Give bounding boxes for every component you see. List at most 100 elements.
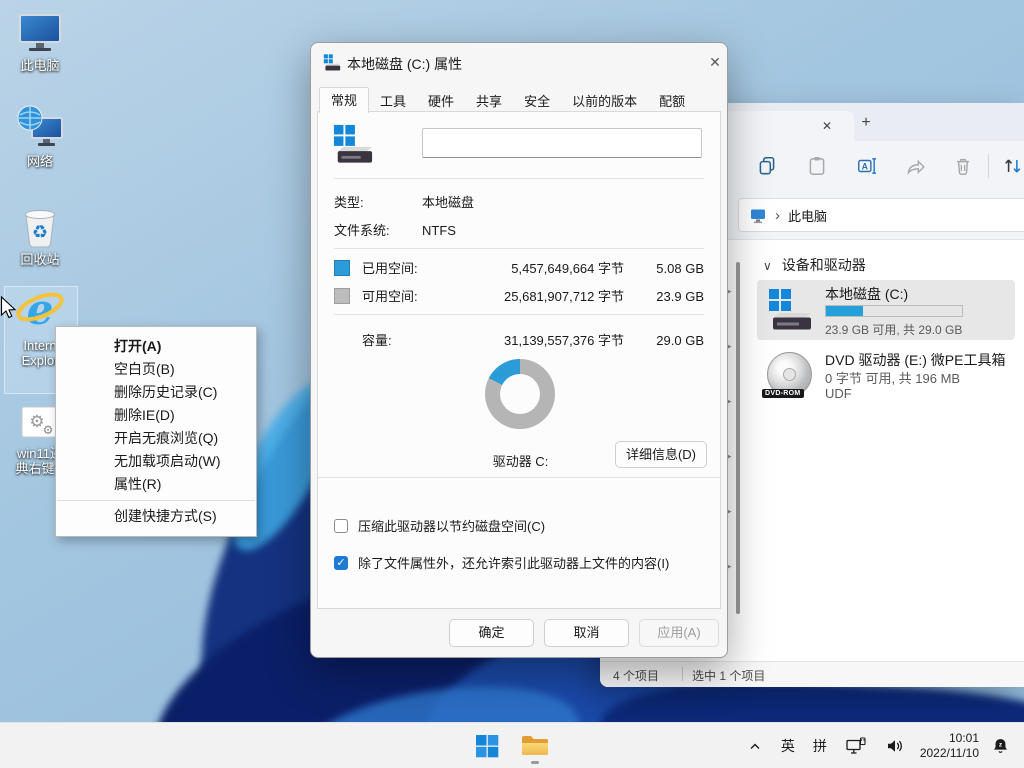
menu-item-delete-history[interactable]: 删除历史记录(C) — [56, 381, 256, 404]
drive-info: 23.9 GB 可用, 共 29.0 GB — [825, 321, 962, 338]
filesystem-label: 文件系统: — [334, 222, 390, 239]
used-space-bytes: 5,457,649,664 字节 — [511, 260, 624, 277]
chevron-up-icon — [747, 738, 763, 754]
file-explorer-taskbar-button[interactable] — [518, 726, 552, 766]
share-icon[interactable] — [904, 155, 926, 177]
rename-icon[interactable]: A — [856, 155, 878, 177]
tab-quota[interactable]: 配额 — [648, 90, 696, 113]
free-space-bytes: 25,681,907,712 字节 — [504, 288, 624, 305]
dialog-drive-icon — [323, 54, 341, 71]
recycle-bin-icon: ♻ — [6, 202, 74, 250]
used-space-swatch — [334, 260, 350, 276]
start-button[interactable] — [470, 726, 504, 766]
dialog-close-button[interactable]: ✕ — [703, 51, 727, 73]
notification-bell-icon[interactable]: z — [985, 726, 1016, 766]
tab-security[interactable]: 安全 — [513, 90, 561, 113]
index-checkbox[interactable]: ✓ — [334, 556, 348, 570]
drive-name: 本地磁盘 (C:) — [825, 284, 908, 304]
drive-caption: 驱动器 C: — [443, 451, 598, 470]
explorer-status-bar: 4 个项目 选中 1 个项目 — [600, 661, 1024, 687]
drive-usage-bar — [825, 305, 963, 317]
free-space-swatch — [334, 288, 350, 304]
desktop-icon-this-pc[interactable]: 此电脑 — [6, 8, 74, 73]
tab-close-icon[interactable]: ✕ — [818, 117, 836, 135]
check-icon: ✓ — [336, 557, 345, 569]
dialog-tab-strip: 常规 工具 硬件 共享 安全 以前的版本 配额 — [319, 87, 696, 113]
this-pc-icon — [6, 8, 74, 56]
separator — [334, 178, 704, 179]
tab-hardware[interactable]: 硬件 — [417, 90, 465, 113]
delete-icon[interactable] — [952, 155, 974, 177]
volume-tray-icon[interactable] — [876, 726, 914, 766]
separator — [334, 248, 704, 249]
capacity-label: 容量: — [362, 332, 392, 349]
drive-info: 0 字节 可用, 共 196 MB — [825, 368, 960, 387]
free-space-label: 可用空间: — [362, 288, 418, 305]
svg-text:♻: ♻ — [32, 222, 48, 242]
windows-logo-icon — [475, 734, 499, 758]
new-tab-button[interactable]: + — [855, 112, 877, 134]
type-label: 类型: — [334, 194, 364, 211]
desktop-icon-label: 回收站 — [6, 252, 74, 267]
ok-button[interactable]: 确定 — [449, 619, 534, 647]
dvd-icon: DVD-ROM — [766, 352, 812, 398]
section-chevron-icon[interactable]: ∨ — [763, 259, 772, 273]
menu-item-inprivate[interactable]: 开启无痕浏览(Q) — [56, 427, 256, 450]
nav-pane-scrollbar[interactable] — [736, 262, 740, 614]
sort-icon[interactable] — [1002, 155, 1024, 177]
disk-usage-donut-chart — [485, 359, 555, 429]
drive-usage-fill — [826, 306, 863, 316]
disk-properties-dialog: 本地磁盘 (C:) 属性 ✕ 常规 工具 硬件 共享 安全 以前的版本 配额 类… — [310, 42, 728, 658]
status-item-count: 4 个项目 — [613, 667, 659, 684]
svg-text:A: A — [862, 161, 869, 171]
desktop-icon-recycle-bin[interactable]: ♻ 回收站 — [6, 202, 74, 267]
folder-icon — [521, 734, 549, 758]
compress-checkbox-label[interactable]: 压缩此驱动器以节约磁盘空间(C) — [358, 518, 545, 535]
compress-checkbox[interactable] — [334, 519, 348, 533]
address-bar[interactable]: › 此电脑 — [738, 198, 1024, 232]
ime-language-button[interactable]: 英 — [772, 726, 804, 766]
section-devices-and-drives[interactable]: ∨设备和驱动器 — [763, 255, 866, 275]
capacity-size: 29.0 GB — [656, 332, 704, 349]
network-tray-icon[interactable] — [836, 726, 876, 766]
apply-button[interactable]: 应用(A) — [639, 619, 719, 647]
this-pc-small-icon — [749, 207, 767, 224]
filesystem-value: NTFS — [422, 222, 456, 239]
menu-item-properties[interactable]: 属性(R) — [56, 473, 256, 496]
running-app-indicator — [531, 761, 539, 764]
drive-c-item[interactable]: 本地磁盘 (C:) 23.9 GB 可用, 共 29.0 GB — [757, 280, 1015, 340]
screen: 此电脑 网络 ♻ 回收站 e Intern — [0, 0, 1024, 768]
svg-text:⚙: ⚙ — [43, 423, 54, 437]
used-space-label: 已用空间: — [362, 260, 418, 277]
tray-overflow-chevron[interactable] — [738, 726, 772, 766]
tab-sharing[interactable]: 共享 — [465, 90, 513, 113]
tab-tools[interactable]: 工具 — [369, 90, 417, 113]
tab-previous-versions[interactable]: 以前的版本 — [561, 90, 648, 113]
index-checkbox-label[interactable]: 除了文件属性外，还允许索引此驱动器上文件的内容(I) — [358, 555, 669, 572]
tab-general[interactable]: 常规 — [319, 87, 369, 113]
general-tab-page: 类型: 本地磁盘 文件系统: NTFS 已用空间: 5,457,649,664 … — [317, 111, 721, 609]
menu-item-open[interactable]: 打开(A) — [56, 335, 256, 358]
desktop-icon-network[interactable]: 网络 — [6, 104, 74, 169]
menu-item-blank-page[interactable]: 空白页(B) — [56, 358, 256, 381]
capacity-bytes: 31,139,557,376 字节 — [504, 332, 624, 349]
separator — [318, 477, 720, 478]
copy-icon[interactable] — [756, 155, 778, 177]
dvd-drive-item[interactable]: DVD-ROM DVD 驱动器 (E:) 微PE工具箱 0 字节 可用, 共 1… — [757, 346, 1015, 408]
context-menu: 打开(A) 空白页(B) 删除历史记录(C) 删除IE(D) 开启无痕浏览(Q)… — [55, 326, 257, 537]
ime-mode-button[interactable]: 拼 — [804, 726, 836, 766]
taskbar: 英 拼 10:01 2022/11/10 — [0, 722, 1024, 768]
drive-icon — [767, 288, 813, 332]
used-space-size: 5.08 GB — [656, 260, 704, 277]
menu-item-delete-ie[interactable]: 删除IE(D) — [56, 404, 256, 427]
cancel-button[interactable]: 取消 — [544, 619, 629, 647]
volume-label-input[interactable] — [422, 128, 702, 158]
details-button[interactable]: 详细信息(D) — [615, 441, 707, 468]
menu-item-create-shortcut[interactable]: 创建快捷方式(S) — [56, 505, 256, 528]
menu-item-no-addons[interactable]: 无加载项启动(W) — [56, 450, 256, 473]
drive-icon-large — [332, 124, 374, 164]
separator — [334, 314, 704, 315]
clock[interactable]: 10:01 2022/11/10 — [914, 731, 985, 761]
breadcrumb[interactable]: 此电脑 — [788, 206, 827, 225]
paste-icon[interactable] — [806, 155, 828, 177]
